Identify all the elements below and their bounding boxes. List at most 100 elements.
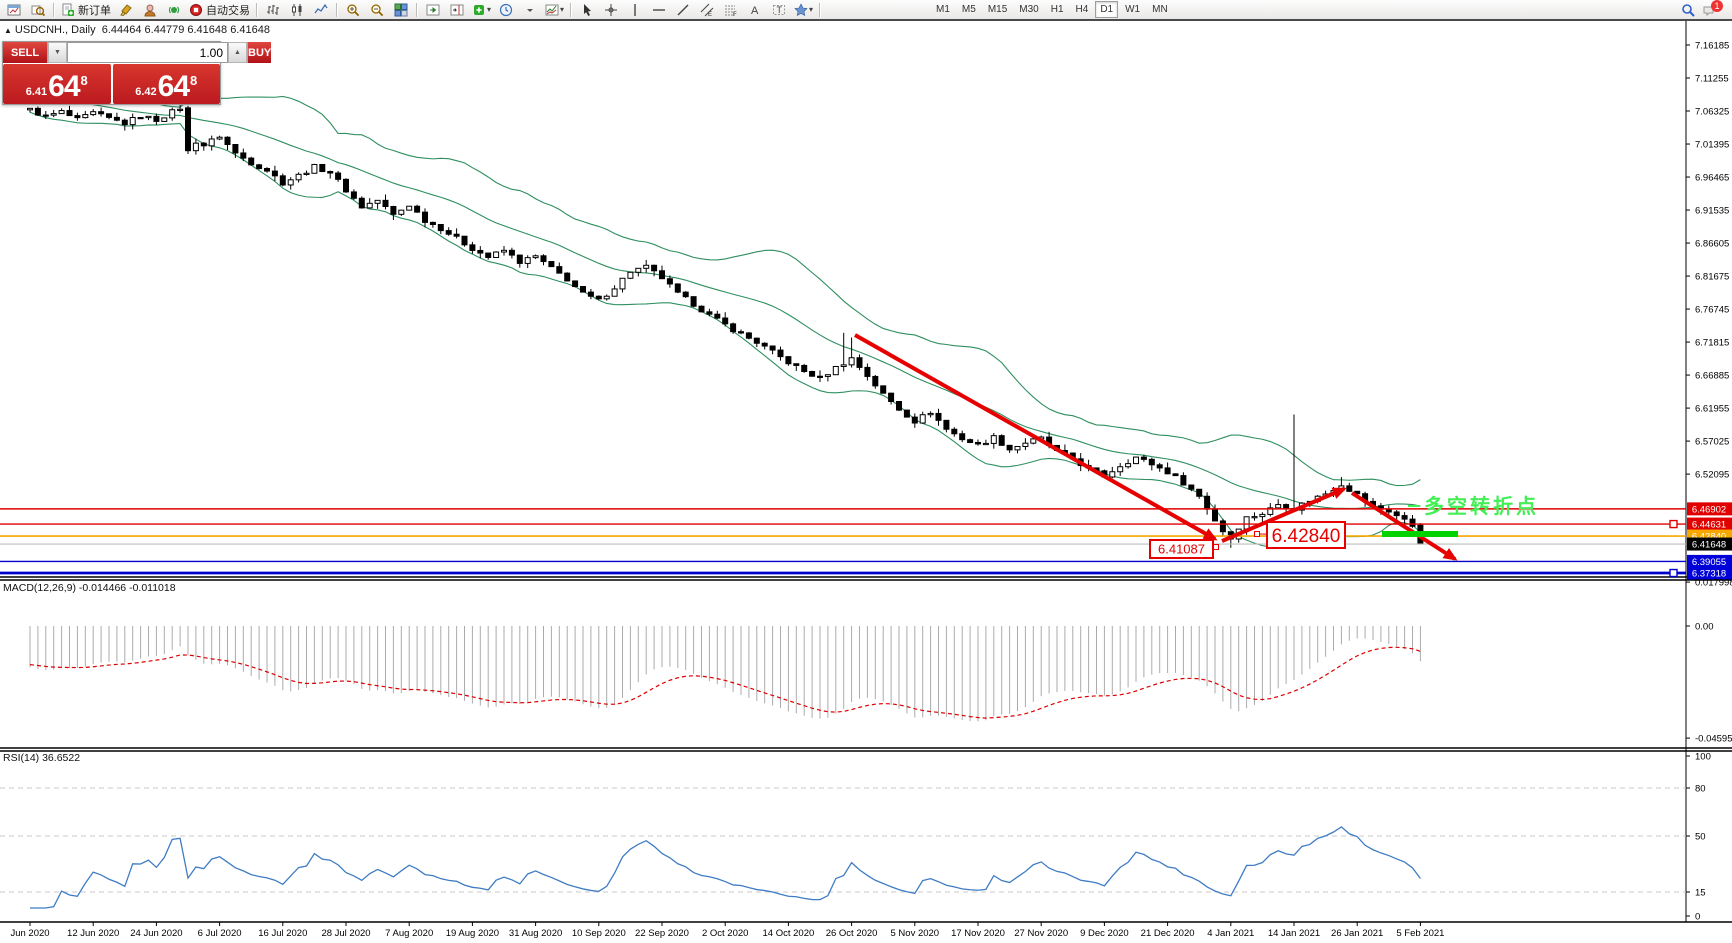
new-order-button[interactable]: 新订单 — [59, 0, 113, 19]
dropdown-caret-icon[interactable]: ▾ — [809, 5, 813, 14]
price-callout-1[interactable]: 6.41087 — [1150, 540, 1219, 558]
volume-increase-button[interactable]: ▲ — [228, 42, 247, 63]
symbol-name: USDCNH., Daily — [15, 24, 96, 36]
timeframe-m15[interactable]: M15 — [983, 1, 1012, 18]
buy-button[interactable]: BUY — [248, 42, 271, 63]
timeframe-m1[interactable]: M1 — [931, 1, 955, 18]
price-badge-6.46902: 6.46902 — [1687, 502, 1732, 515]
timeframe-m30[interactable]: M30 — [1014, 1, 1043, 18]
turning-point-note[interactable]: 多空转折点 — [1408, 494, 1539, 518]
svg-text:26 Jan 2021: 26 Jan 2021 — [1331, 928, 1383, 939]
period-clock-icon[interactable] — [495, 0, 517, 19]
sell-price-pips: 64 — [48, 72, 79, 102]
vertical-line-icon[interactable] — [624, 0, 646, 19]
expert-advisor-icon[interactable] — [139, 0, 161, 19]
svg-text:9 Dec 2020: 9 Dec 2020 — [1080, 928, 1129, 939]
svg-text:6.81675: 6.81675 — [1695, 272, 1729, 283]
dropdown-caret-icon[interactable]: ▾ — [487, 5, 491, 14]
crosshair-icon[interactable] — [600, 0, 622, 19]
rsi-label: RSI(14) 36.6522 — [3, 752, 80, 764]
styler-icon[interactable] — [115, 0, 137, 19]
toolbar-separator — [416, 3, 418, 17]
mt4-terminal: { "toolbar": { "left_icons": [ {"name":"… — [0, 0, 1732, 943]
search-icon[interactable] — [1677, 0, 1699, 19]
buy-price-display[interactable]: 6.42 64 8 — [113, 64, 221, 104]
svg-text:2 Oct 2020: 2 Oct 2020 — [702, 928, 748, 939]
shapes-icon[interactable]: ▾ — [792, 0, 815, 19]
add-indicator-icon[interactable]: ▾ — [470, 0, 493, 19]
text-label-icon[interactable]: T — [768, 0, 790, 19]
chart-canvas[interactable]: 7.161857.112557.063257.013956.964656.915… — [0, 21, 1732, 943]
collapse-triangle-icon[interactable]: ▲ — [4, 26, 12, 35]
line-handle[interactable] — [1670, 570, 1677, 577]
timeframe-mn[interactable]: MN — [1147, 1, 1173, 18]
svg-text:6.39055: 6.39055 — [1692, 557, 1726, 568]
price-badge-6.39055: 6.39055 — [1687, 555, 1732, 568]
svg-text:6.44631: 6.44631 — [1692, 520, 1726, 531]
zoom-out-icon[interactable] — [366, 0, 388, 19]
autotrading-button[interactable]: 自动交易 — [187, 0, 252, 19]
cursor-icon[interactable] — [576, 0, 598, 19]
svg-text:T: T — [777, 5, 783, 15]
dropdown-caret-icon[interactable]: ▾ — [560, 5, 564, 14]
toolbar-separator — [570, 3, 572, 17]
timeframe-h1[interactable]: H1 — [1046, 1, 1069, 18]
indicator-list-icon[interactable]: ▾ — [543, 0, 566, 19]
svg-text:6.41648: 6.41648 — [1692, 540, 1726, 551]
svg-text:14 Jan 2021: 14 Jan 2021 — [1268, 928, 1320, 939]
equidistant-channel-icon[interactable]: E — [696, 0, 718, 19]
chart-profiles-icon[interactable] — [27, 0, 49, 19]
svg-text:0: 0 — [1695, 912, 1700, 923]
market-sounds-icon[interactable] — [163, 0, 185, 19]
horizontal-line-icon[interactable] — [648, 0, 670, 19]
volume-decrease-button[interactable]: ▼ — [48, 42, 67, 63]
zoom-in-icon[interactable] — [342, 0, 364, 19]
svg-text:16 Jul 2020: 16 Jul 2020 — [258, 928, 307, 939]
svg-text:6.91535: 6.91535 — [1695, 206, 1729, 217]
svg-text:6.86605: 6.86605 — [1695, 239, 1729, 250]
svg-text:10 Sep 2020: 10 Sep 2020 — [572, 928, 626, 939]
buy-price-point: 8 — [190, 73, 197, 88]
line-chart-icon[interactable] — [310, 0, 332, 19]
dropdown-caret-icon[interactable] — [519, 0, 541, 19]
sell-price-display[interactable]: 6.41 64 8 — [3, 64, 111, 104]
new-chart-icon[interactable] — [3, 0, 25, 19]
svg-text:7.06325: 7.06325 — [1695, 107, 1729, 118]
toolbar-separator — [53, 3, 55, 17]
svg-text:21 Dec 2020: 21 Dec 2020 — [1141, 928, 1195, 939]
chart-shift-icon[interactable] — [446, 0, 468, 19]
svg-text:0.00: 0.00 — [1695, 622, 1714, 633]
svg-text:14 Oct 2020: 14 Oct 2020 — [763, 928, 815, 939]
svg-text:17 Nov 2020: 17 Nov 2020 — [951, 928, 1005, 939]
text-icon[interactable]: A — [744, 0, 766, 19]
svg-text:24 Jun 2020: 24 Jun 2020 — [130, 928, 182, 939]
sell-button[interactable]: SELL — [3, 42, 47, 63]
price-badge-6.44631: 6.44631 — [1687, 518, 1732, 531]
timeframe-toolbar: M1M5M15M30H1H4D1W1MN — [930, 0, 1174, 19]
auto-scroll-icon[interactable] — [422, 0, 444, 19]
svg-text:22 Sep 2020: 22 Sep 2020 — [635, 928, 689, 939]
tile-windows-icon[interactable] — [390, 0, 412, 19]
volume-input[interactable] — [67, 42, 228, 63]
svg-text:6.46902: 6.46902 — [1692, 504, 1726, 515]
fibonacci-icon[interactable]: F — [720, 0, 742, 19]
toolbar-separator — [819, 3, 821, 17]
timeframe-w1[interactable]: W1 — [1120, 1, 1145, 18]
price-callout-2[interactable]: 6.42840 — [1255, 522, 1346, 548]
autotrading-button-label: 自动交易 — [206, 2, 250, 18]
new-order-button-label: 新订单 — [78, 2, 111, 18]
svg-text:6.71815: 6.71815 — [1695, 338, 1729, 349]
trendline-icon[interactable] — [672, 0, 694, 19]
timeframe-m5[interactable]: M5 — [957, 1, 981, 18]
line-handle[interactable] — [1670, 521, 1677, 528]
svg-text:15: 15 — [1695, 888, 1706, 899]
timeframe-d1[interactable]: D1 — [1095, 1, 1118, 18]
svg-text:E: E — [708, 12, 712, 17]
candlestick-chart-icon[interactable] — [286, 0, 308, 19]
notifications-icon[interactable]: 1 — [1701, 0, 1725, 19]
svg-text:6.42840: 6.42840 — [1272, 526, 1341, 547]
volume-stepper: ▼ ▲ — [47, 42, 248, 63]
timeframe-h4[interactable]: H4 — [1071, 1, 1094, 18]
svg-text:6.76745: 6.76745 — [1695, 305, 1729, 316]
bar-chart-icon[interactable] — [262, 0, 284, 19]
